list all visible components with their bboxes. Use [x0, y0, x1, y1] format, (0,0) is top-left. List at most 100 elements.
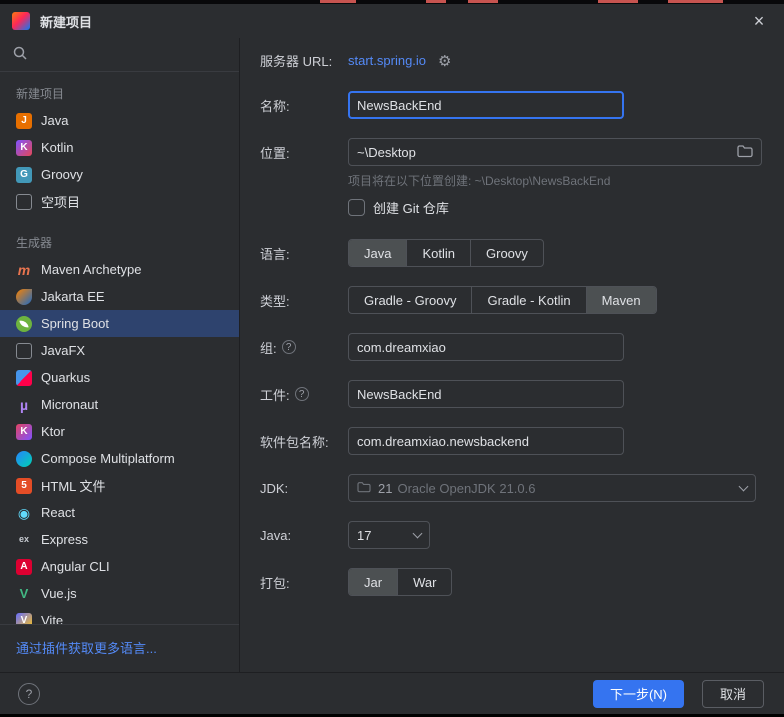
sidebar-section-generators: 生成器 — [16, 236, 53, 250]
sidebar-item-react[interactable]: ◉ React — [0, 499, 239, 526]
javafx-icon — [16, 342, 32, 359]
sidebar-item-label: 空项目 — [41, 195, 81, 210]
java-row: Java: 17 — [260, 521, 762, 549]
type-label: 类型: — [260, 293, 290, 309]
location-input[interactable] — [357, 144, 737, 160]
sidebar-item-groovy[interactable]: G Groovy — [0, 161, 239, 188]
language-option-kotlin[interactable]: Kotlin — [407, 240, 471, 266]
package-input[interactable] — [357, 433, 615, 449]
cancel-button[interactable]: 取消 — [701, 679, 764, 708]
packaging-option-war[interactable]: War — [398, 569, 451, 595]
name-row: 名称: — [260, 91, 762, 119]
sidebar-list: 新建项目 J Java K Kotlin G Groovy 空项目 生成器 m … — [0, 72, 239, 624]
spring-boot-icon — [16, 315, 32, 332]
new-project-dialog: 新建项目 × 新建项目 J Java K Kotlin G Groovy 空项目… — [0, 0, 784, 717]
sidebar-item-ktor[interactable]: K Ktor — [0, 418, 239, 445]
jdk-version: 21 — [378, 480, 393, 496]
artifact-field-wrapper — [348, 380, 624, 408]
sidebar-item-express[interactable]: ex Express — [0, 526, 239, 553]
sidebar-item-label: Quarkus — [41, 370, 91, 385]
angular-icon: A — [16, 558, 32, 575]
language-segmented-control: Java Kotlin Groovy — [348, 239, 544, 267]
background-window-artifact — [598, 0, 638, 3]
sidebar-item-html-file[interactable]: 5 HTML 文件 — [0, 472, 239, 499]
type-option-maven[interactable]: Maven — [586, 287, 656, 313]
next-button[interactable]: 下一步(N) — [592, 679, 684, 708]
group-input[interactable] — [357, 339, 615, 355]
sidebar-item-compose-multiplatform[interactable]: Compose Multiplatform — [0, 445, 239, 472]
jdk-label: JDK: — [260, 480, 289, 496]
sidebar-item-label: Groovy — [41, 167, 83, 182]
java-version-label: Java: — [260, 527, 292, 543]
micronaut-icon: µ — [19, 396, 29, 413]
artifact-input[interactable] — [357, 386, 615, 402]
git-checkbox-row: 创建 Git 仓库 — [348, 198, 762, 217]
server-url-row: 服务器 URL: start.spring.io ⚙ — [260, 51, 762, 70]
language-option-groovy[interactable]: Groovy — [471, 240, 543, 266]
java-version-dropdown[interactable]: 17 — [348, 521, 430, 549]
package-field-wrapper — [348, 427, 624, 455]
sidebar: 新建项目 J Java K Kotlin G Groovy 空项目 生成器 m … — [0, 38, 240, 672]
language-option-java[interactable]: Java — [349, 240, 408, 266]
package-row: 软件包名称: — [260, 427, 762, 455]
packaging-segmented-control: Jar War — [348, 568, 453, 596]
sidebar-item-empty-project[interactable]: 空项目 — [0, 188, 239, 215]
folder-icon[interactable] — [737, 144, 753, 161]
artifact-help-icon[interactable]: ? — [294, 387, 309, 401]
location-hint: 项目将在以下位置创建: ~\Desktop\NewsBackEnd — [348, 174, 611, 188]
location-hint-row: 项目将在以下位置创建: ~\Desktop\NewsBackEnd — [348, 172, 762, 189]
sidebar-item-angular-cli[interactable]: A Angular CLI — [0, 553, 239, 580]
sidebar-item-java[interactable]: J Java — [0, 107, 239, 134]
chevron-down-icon — [738, 481, 749, 491]
sidebar-item-quarkus[interactable]: Quarkus — [0, 364, 239, 391]
jdk-row: JDK: 21 Oracle OpenJDK 21.0.6 — [260, 474, 762, 502]
java-version-value: 17 — [357, 527, 372, 543]
empty-project-icon — [16, 193, 32, 210]
maven-icon: m — [17, 261, 31, 278]
dialog-content: 新建项目 J Java K Kotlin G Groovy 空项目 生成器 m … — [0, 38, 784, 672]
help-icon[interactable]: ? — [18, 682, 40, 705]
sidebar-item-maven-archetype[interactable]: m Maven Archetype — [0, 256, 239, 283]
git-checkbox[interactable] — [348, 199, 365, 216]
background-window-artifact — [426, 0, 446, 3]
group-help-icon[interactable]: ? — [281, 340, 296, 354]
group-field-wrapper — [348, 333, 624, 361]
express-icon: ex — [18, 534, 29, 544]
sidebar-item-label: Spring Boot — [41, 316, 109, 331]
gear-icon[interactable]: ⚙ — [438, 52, 451, 70]
background-window-strip — [0, 0, 784, 4]
name-input[interactable] — [357, 97, 615, 113]
sidebar-item-vuejs[interactable]: V Vue.js — [0, 580, 239, 607]
sidebar-item-spring-boot[interactable]: Spring Boot — [0, 310, 239, 337]
groovy-icon: G — [16, 166, 32, 183]
more-languages-link[interactable]: 通过插件获取更多语言... — [0, 624, 239, 672]
java-icon: J — [16, 112, 32, 129]
sidebar-search[interactable] — [0, 38, 239, 72]
sidebar-item-label: Angular CLI — [41, 559, 110, 574]
location-label: 位置: — [260, 145, 290, 161]
sidebar-item-micronaut[interactable]: µ Micronaut — [0, 391, 239, 418]
quarkus-icon — [16, 369, 32, 386]
language-row: 语言: Java Kotlin Groovy — [260, 239, 762, 267]
sidebar-item-kotlin[interactable]: K Kotlin — [0, 134, 239, 161]
package-label: 软件包名称: — [260, 434, 329, 450]
jdk-dropdown[interactable]: 21 Oracle OpenJDK 21.0.6 — [348, 474, 756, 502]
html5-icon: 5 — [16, 477, 32, 494]
type-option-gradle-groovy[interactable]: Gradle - Groovy — [349, 287, 473, 313]
server-url-link[interactable]: start.spring.io — [348, 53, 426, 68]
sidebar-section-new-project: 新建项目 — [16, 87, 65, 101]
close-icon[interactable]: × — [744, 7, 774, 35]
compose-multiplatform-icon — [16, 450, 32, 467]
sidebar-item-label: Micronaut — [41, 397, 99, 412]
sidebar-item-jakarta-ee[interactable]: Jakarta EE — [0, 283, 239, 310]
vue-icon: V — [19, 586, 29, 601]
sidebar-item-label: Maven Archetype — [41, 262, 142, 277]
type-option-gradle-kotlin[interactable]: Gradle - Kotlin — [472, 287, 587, 313]
sidebar-item-javafx[interactable]: JavaFX — [0, 337, 239, 364]
window-title: 新建项目 — [40, 14, 93, 30]
packaging-option-jar[interactable]: Jar — [349, 569, 399, 595]
group-label: 组: ? — [260, 338, 348, 357]
form-panel: 服务器 URL: start.spring.io ⚙ 名称: 位置: — [240, 38, 784, 672]
type-row: 类型: Gradle - Groovy Gradle - Kotlin Mave… — [260, 286, 762, 314]
sidebar-item-vite[interactable]: V Vite — [0, 607, 239, 624]
